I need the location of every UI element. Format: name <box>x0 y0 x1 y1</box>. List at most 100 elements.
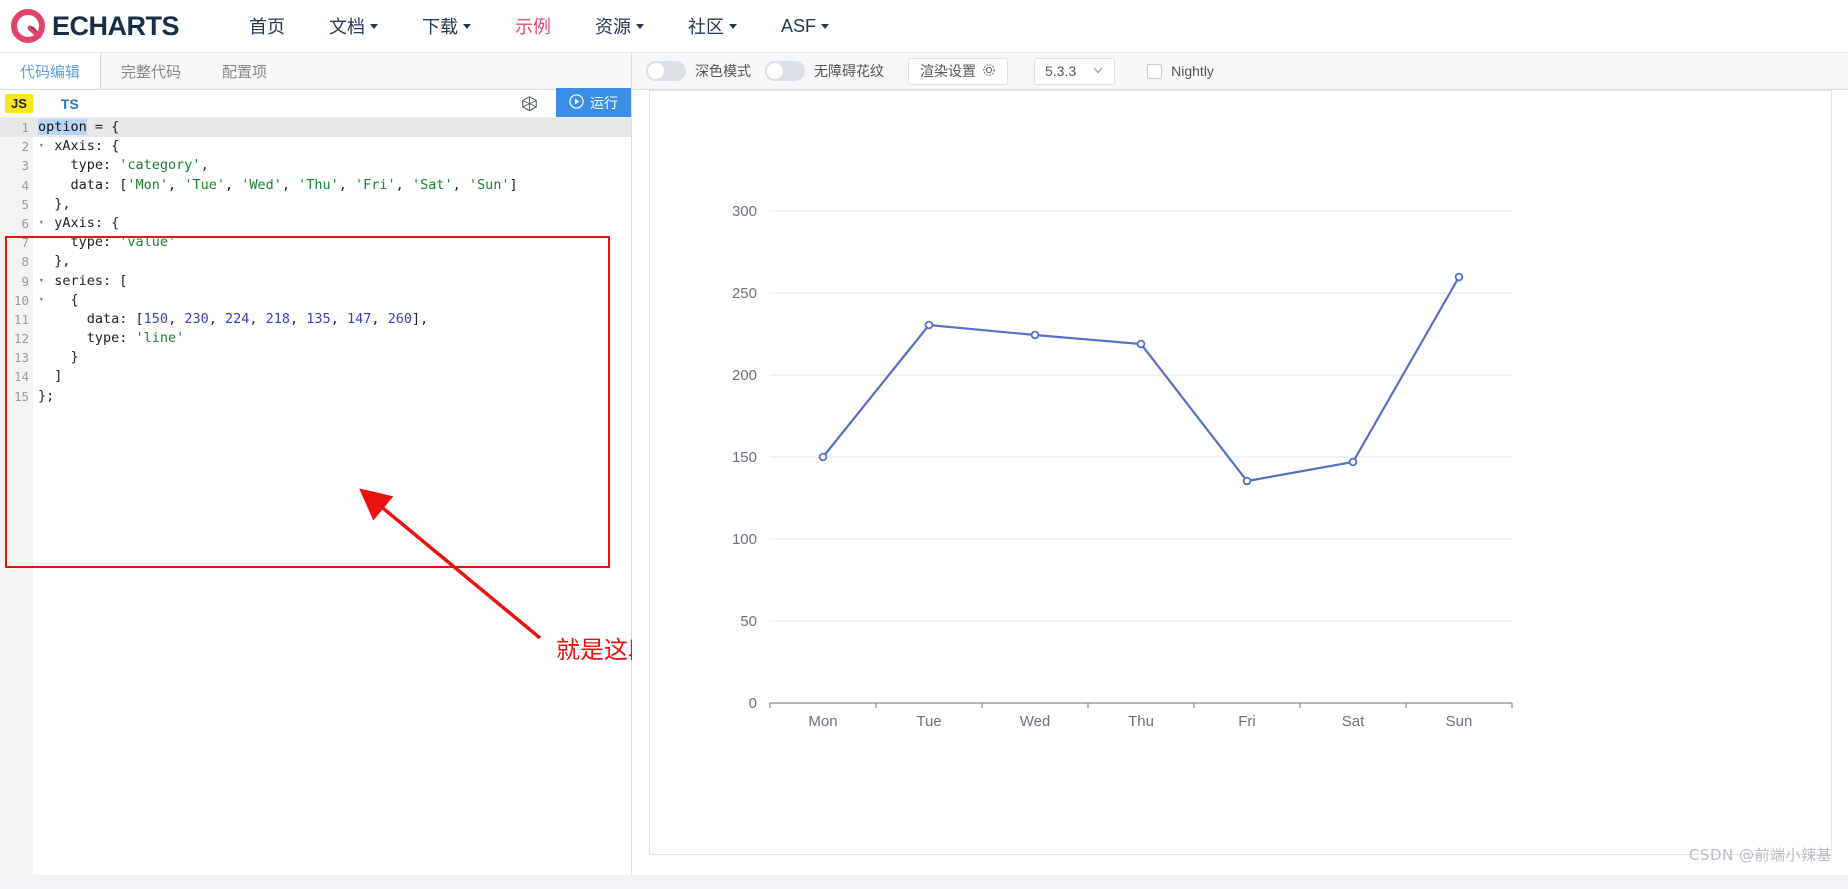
play-circle-icon <box>569 93 584 112</box>
x-tick-label: Sat <box>1342 713 1365 730</box>
code-line: ] <box>38 368 63 385</box>
echarts-logo-icon <box>8 5 50 47</box>
nav-item-label: 资源 <box>595 17 632 37</box>
line-chart: 0 50 100 150 200 250 300 Mon Tue Wed Thu… <box>732 203 1513 730</box>
nav-items: 首页 文档 下载 示例 资源 社区 ASF <box>227 13 851 39</box>
code-line: xAxis: { <box>38 138 120 155</box>
code-content[interactable]: option = { xAxis: { type: 'category', da… <box>33 118 631 406</box>
nav-item-label: 社区 <box>688 17 725 37</box>
tab-code-editor[interactable]: 代码编辑 <box>0 53 102 89</box>
y-tick-label: 50 <box>740 613 757 630</box>
lang-toggle-js[interactable]: JS <box>5 94 33 113</box>
render-settings-button[interactable]: 渲染设置 <box>908 57 1008 85</box>
app-root: ECHARTS 首页 文档 下载 示例 资源 社区 ASF 代码编辑 完整代码 … <box>0 0 1848 889</box>
toggle-knob <box>767 63 783 79</box>
line-number: 14 <box>13 369 29 385</box>
chart-container[interactable]: 0 50 100 150 200 250 300 Mon Tue Wed Thu… <box>649 90 1832 855</box>
code-line: yAxis: { <box>38 214 120 231</box>
x-tick-label: Wed <box>1020 713 1051 730</box>
x-tick-label: Sun <box>1446 713 1473 730</box>
run-button[interactable]: 运行 <box>556 88 631 117</box>
y-tick-label: 250 <box>732 285 757 302</box>
y-tick-label: 150 <box>732 449 757 466</box>
line-number: 10 ▾ <box>0 291 44 310</box>
line-number: 13 <box>13 350 29 366</box>
chart-gridlines <box>770 210 1512 704</box>
chevron-down-icon <box>463 23 472 29</box>
code-editor[interactable]: 1▾ 2▾ 3 4 5 6▾ 7 8 9▾ 10▾ 11 12 13 14 15… <box>0 118 700 878</box>
accessibility-pattern-toggle[interactable] <box>765 61 805 81</box>
code-line: }; <box>38 387 55 404</box>
y-tick-label: 200 <box>732 367 757 384</box>
code-line: { <box>38 291 79 308</box>
dark-mode-toggle[interactable] <box>646 61 686 81</box>
nav-item-label: 下载 <box>422 17 459 37</box>
y-tick-label: 0 <box>749 695 757 712</box>
nav-item-docs[interactable]: 文档 <box>307 13 400 39</box>
render-toolbar: 深色模式 无障碍花纹 渲染设置 5.3.3 Nightly <box>632 53 1848 90</box>
editor-tabbar: 代码编辑 完整代码 配置项 <box>0 53 631 90</box>
x-tick-label: Mon <box>808 713 837 730</box>
lang-toggle-ts[interactable]: TS <box>61 96 79 112</box>
line-number: 5 <box>21 196 29 212</box>
version-value: 5.3.3 <box>1045 63 1077 79</box>
nav-item-resources[interactable]: 资源 <box>573 13 666 39</box>
nav-item-label: 文档 <box>329 17 366 37</box>
nightly-checkbox[interactable]: Nightly <box>1147 63 1214 79</box>
data-point <box>1136 339 1146 349</box>
version-select[interactable]: 5.3.3 <box>1034 57 1116 85</box>
nav-item-community[interactable]: 社区 <box>666 13 759 39</box>
editor-panel: 代码编辑 完整代码 配置项 JS TS 运行 1 2 ▾ 3 4 5 6 ▾ 7… <box>0 53 700 889</box>
code-line: }, <box>38 253 71 270</box>
watermark: CSDN @前端小辣基 <box>1688 846 1832 864</box>
nav-item-home[interactable]: 首页 <box>227 13 307 39</box>
top-navbar: ECHARTS 首页 文档 下载 示例 资源 社区 ASF <box>0 0 1848 53</box>
data-point <box>1348 457 1358 467</box>
accessibility-pattern-label: 无障碍花纹 <box>814 63 884 79</box>
line-number: 15 <box>13 388 29 404</box>
tab-full-code[interactable]: 完整代码 <box>101 53 202 89</box>
code-line: type: 'line' <box>38 330 185 347</box>
nav-item-asf[interactable]: ASF <box>759 16 851 37</box>
checkbox-box <box>1147 63 1163 79</box>
nav-item-examples[interactable]: 示例 <box>493 13 573 39</box>
code-line: type: 'value' <box>38 234 177 251</box>
preview-panel: 深色模式 无障碍花纹 渲染设置 5.3.3 Nightly 0 50 100 1… <box>632 53 1848 889</box>
y-tick-label: 300 <box>732 203 757 220</box>
render-settings-label: 渲染设置 <box>920 63 976 79</box>
tab-label: 完整代码 <box>121 63 182 81</box>
line-number: 9 ▾ <box>0 272 44 291</box>
code-line: series: [ <box>38 272 128 289</box>
cube-wire-icon[interactable] <box>521 95 538 112</box>
code-line: option = { <box>33 118 631 138</box>
x-tick-label: Tue <box>916 713 941 730</box>
x-axis <box>769 702 1513 708</box>
code-line: data: [150, 230, 224, 218, 135, 147, 260… <box>38 310 429 327</box>
series-symbols <box>818 272 1464 486</box>
brand-text: ECHARTS <box>52 10 180 41</box>
y-axis-labels: 0 50 100 150 200 250 300 <box>732 203 757 712</box>
data-point <box>818 452 828 462</box>
x-tick-label: Thu <box>1128 713 1154 730</box>
y-tick-label: 100 <box>732 531 757 548</box>
code-line: data: ['Mon', 'Tue', 'Wed', 'Thu', 'Fri'… <box>38 176 518 193</box>
tab-config-options[interactable]: 配置项 <box>202 53 288 89</box>
tab-label: 配置项 <box>222 63 268 81</box>
bottom-strip <box>0 875 1848 889</box>
x-tick-label: Fri <box>1238 713 1256 730</box>
data-point <box>1454 272 1464 282</box>
line-number-gutter: 1▾ 2▾ 3 4 5 6▾ 7 8 9▾ 10▾ 11 12 13 14 15 <box>0 118 44 878</box>
nav-item-download[interactable]: 下载 <box>400 13 493 39</box>
tab-label: 代码编辑 <box>20 63 81 81</box>
data-point <box>1242 476 1252 486</box>
code-line: type: 'category', <box>38 157 209 174</box>
nav-item-label: 首页 <box>249 17 286 37</box>
brand[interactable]: ECHARTS <box>8 0 180 53</box>
nav-item-label: 示例 <box>515 17 552 37</box>
data-point <box>924 320 934 330</box>
line-number: 2 ▾ <box>0 137 44 156</box>
line-number: 4 <box>21 177 29 193</box>
line-number: 7 <box>21 235 29 251</box>
line-number: 1▾ <box>0 118 44 138</box>
chevron-down-icon <box>1092 63 1104 79</box>
